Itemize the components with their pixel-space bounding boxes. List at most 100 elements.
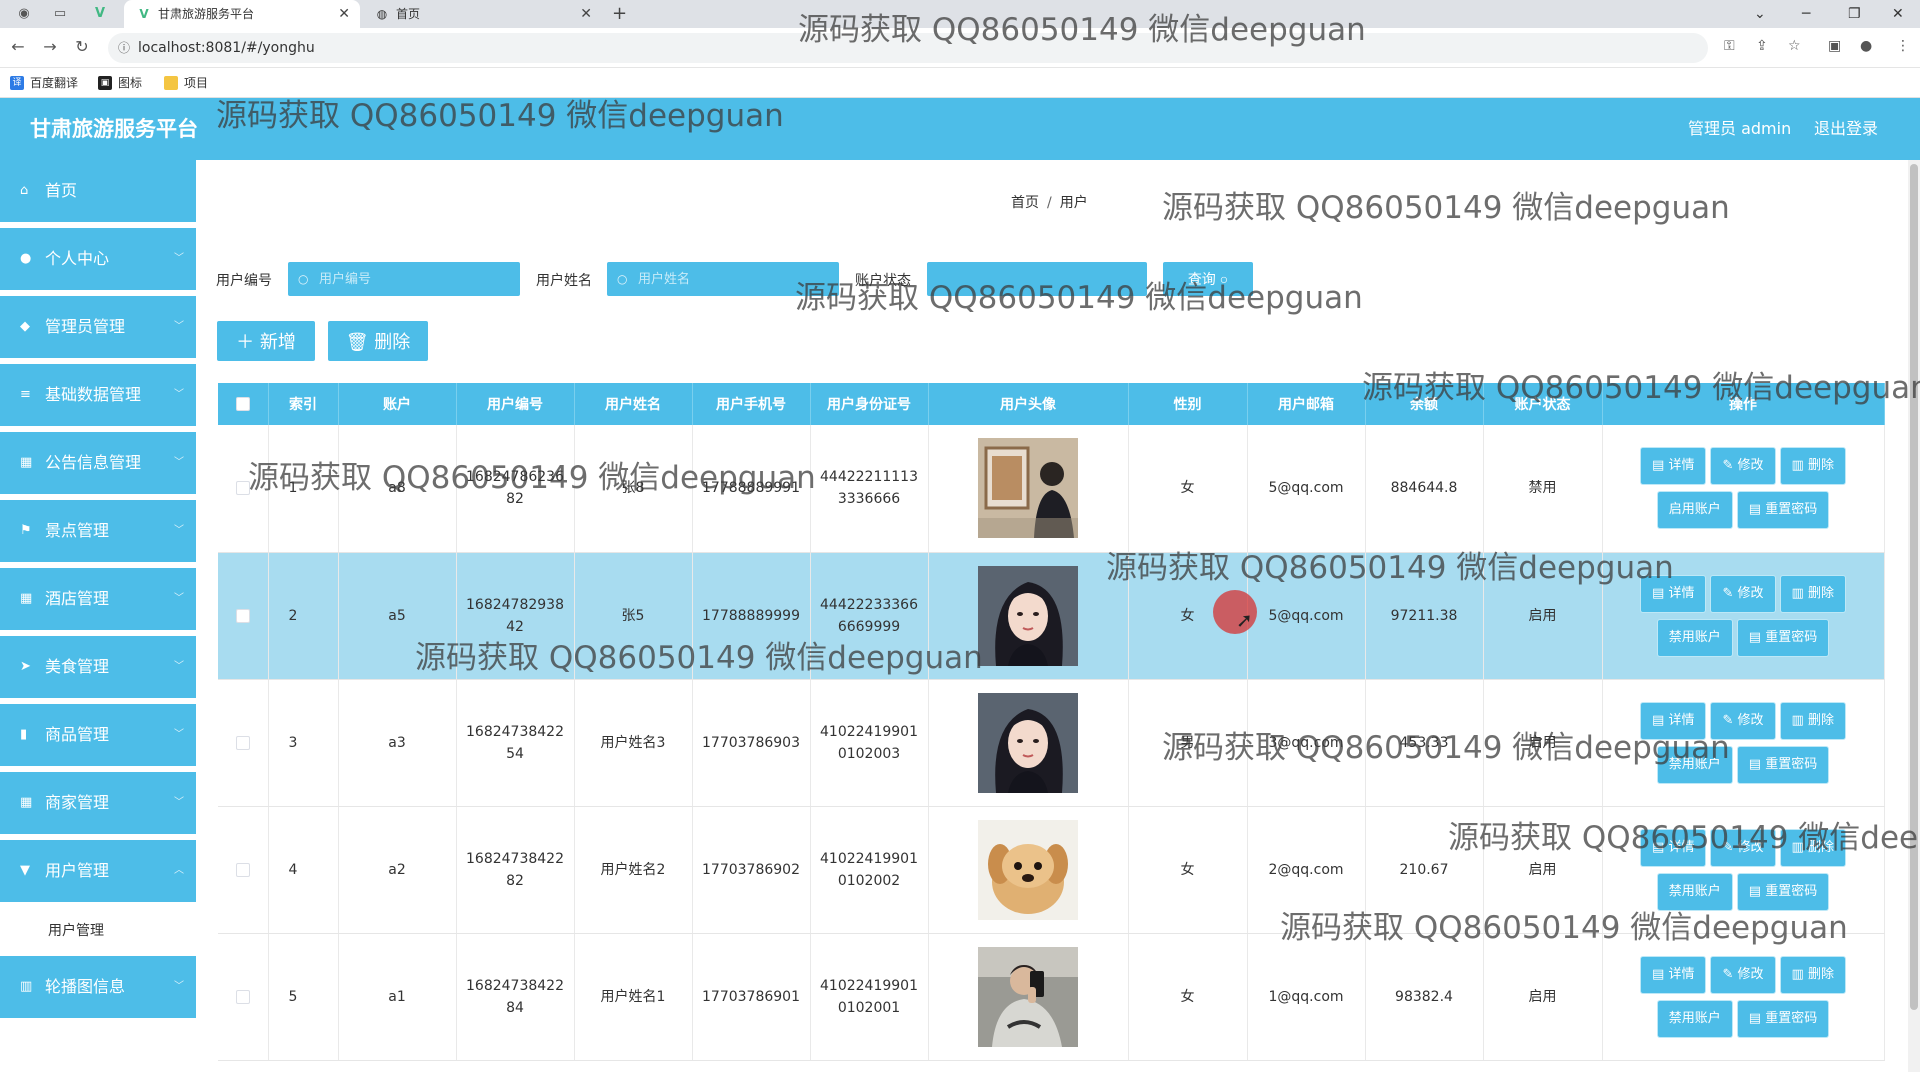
edit-button[interactable]: ✎ 修改 — [1711, 575, 1775, 612]
vue-tab-icon[interactable]: V — [90, 4, 110, 24]
table-row[interactable]: 3 a3 1682473842254 用户姓名3 17703786903 41022419… — [218, 679, 1885, 807]
more-icon[interactable]: ⋮ — [1896, 38, 1910, 54]
name-search-input[interactable] — [607, 262, 839, 296]
maximize-icon[interactable]: ❐ — [1848, 0, 1861, 28]
disable-account-button[interactable]: 禁用账户 — [1657, 746, 1732, 783]
row-select-cell[interactable] — [218, 679, 269, 807]
close-icon[interactable]: ✕ — [580, 0, 592, 28]
row-checkbox[interactable] — [235, 608, 250, 623]
table-header-row: 索引 账户 用户编号 用户姓名 用户手机号 用户身份证号 用户头像 性别 用户邮… — [218, 383, 1885, 425]
table-row[interactable]: 5 a1 1682473842284 用户姓名1 17703786901 41022419… — [218, 933, 1885, 1061]
table-row[interactable]: 4 a2 1682473842282 用户姓名2 17703786902 41022419… — [218, 806, 1885, 934]
search-icon: ○ — [617, 272, 628, 286]
disable-account-button[interactable]: 禁用账户 — [1657, 873, 1732, 910]
reset-password-button[interactable]: ▤ 重置密码 — [1737, 619, 1829, 656]
bookmark-item[interactable]: 译 百度翻译 — [10, 74, 78, 92]
row-select-cell[interactable] — [218, 425, 269, 553]
sidebar-subitem-user-management[interactable]: 用户管理 — [0, 904, 196, 958]
bianhao-search-input[interactable] — [288, 262, 520, 296]
edit-button[interactable]: ✎ 修改 — [1711, 448, 1775, 485]
reset-password-button[interactable]: ▤ 重置密码 — [1737, 746, 1829, 783]
detail-button[interactable]: ▤ 详情 — [1641, 448, 1706, 485]
pinned-tab-icon[interactable]: ▭ — [50, 4, 70, 24]
index-cell: 5 — [268, 933, 339, 1061]
sidebar-item-goods[interactable]: ▮ 商品管理 ﹀ — [0, 704, 196, 766]
breadcrumb-home[interactable]: 首页 — [1011, 195, 1039, 211]
sidebar-item-personal[interactable]: ● 个人中心 ﹀ — [0, 228, 196, 290]
new-tab-button[interactable]: + — [612, 0, 627, 28]
sidebar-item-hotel[interactable]: ▦ 酒店管理 ﹀ — [0, 568, 196, 630]
row-select-cell[interactable] — [218, 933, 269, 1061]
tab-search-icon[interactable]: ⌄ — [1754, 0, 1766, 28]
browser-tab-active[interactable]: V 甘肃旅游服务平台 ✕ — [124, 0, 360, 28]
status-cell: 启用 — [1483, 933, 1603, 1061]
edit-button[interactable]: ✎ 修改 — [1711, 829, 1775, 866]
table-row[interactable]: 1 a8 1682478623682 张8 17788889991 44422211113… — [218, 425, 1885, 553]
name-label: 用户姓名 — [536, 273, 592, 289]
delete-button[interactable]: ▥ 删除 — [1780, 702, 1845, 739]
close-icon[interactable]: ✕ — [338, 0, 350, 28]
sidebar-item-admin[interactable]: ◆ 管理员管理 ﹀ — [0, 296, 196, 358]
sidebar-item-food[interactable]: ➤ 美食管理 ﹀ — [0, 636, 196, 698]
detail-button[interactable]: ▤ 详情 — [1641, 829, 1706, 866]
row-checkbox[interactable] — [235, 862, 250, 877]
disable-account-button[interactable]: 禁用账户 — [1657, 619, 1732, 656]
pinned-tab-icon[interactable]: ◉ — [14, 4, 34, 24]
bookmark-folder[interactable]: 项目 — [164, 74, 208, 92]
enable-account-button[interactable]: 启用账户 — [1657, 492, 1732, 529]
column-header: 用户姓名 — [574, 383, 693, 425]
column-header: 操作 — [1602, 383, 1885, 425]
sidebar-item-scenic[interactable]: ⚑ 景点管理 ﹀ — [0, 500, 196, 562]
sidebar-item-notice[interactable]: ▦ 公告信息管理 ﹀ — [0, 432, 196, 494]
detail-button[interactable]: ▤ 详情 — [1641, 575, 1706, 612]
sidebar-item-home[interactable]: ⌂ 首页 — [0, 160, 196, 222]
url-field[interactable]: ⓘ localhost:8081/#/yonghu — [108, 33, 1708, 63]
close-window-icon[interactable]: ✕ — [1892, 0, 1904, 28]
table-row[interactable]: 2 a5 1682478293842 张5 17788889999 44422233366… — [218, 552, 1885, 680]
logout-link[interactable]: 退出登录 — [1814, 98, 1878, 160]
status-select[interactable] — [927, 262, 1147, 296]
info-icon[interactable]: ⓘ — [118, 33, 130, 63]
row-select-cell[interactable] — [218, 806, 269, 934]
bookmark-item[interactable]: ▣ 图标 — [98, 74, 142, 92]
select-all-cell[interactable] — [218, 383, 269, 425]
profile-icon[interactable]: ● — [1860, 38, 1872, 54]
delete-button[interactable]: ▥ 删除 — [1780, 956, 1845, 993]
forward-icon[interactable]: → — [40, 37, 60, 57]
delete-button[interactable]: ▥ 删除 — [1780, 829, 1845, 866]
edit-button[interactable]: ✎ 修改 — [1711, 702, 1775, 739]
document-icon: ▤ — [1652, 458, 1665, 474]
delete-button[interactable]: ▥ 删除 — [1780, 575, 1845, 612]
disable-account-button[interactable]: 禁用账户 — [1657, 1000, 1732, 1037]
index-cell: 2 — [268, 552, 339, 680]
sidebar-item-merchant[interactable]: ▦ 商家管理 ﹀ — [0, 772, 196, 834]
reset-password-button[interactable]: ▤ 重置密码 — [1737, 873, 1829, 910]
select-all-checkbox[interactable] — [235, 397, 250, 411]
delete-button[interactable]: ▥ 删除 — [1780, 448, 1845, 485]
sidebar-item-basedata[interactable]: ≡ 基础数据管理 ﹀ — [0, 364, 196, 426]
add-button[interactable]: ＋ 新增 — [217, 321, 315, 361]
sidepanel-icon[interactable]: ▣ — [1828, 38, 1841, 54]
page-scrollbar[interactable] — [1908, 160, 1920, 1072]
share-icon[interactable]: ⇪ — [1756, 38, 1768, 54]
back-icon[interactable]: ← — [8, 37, 28, 57]
sidebar-item-users[interactable]: ▼ 用户管理 ︿ — [0, 840, 196, 902]
star-icon[interactable]: ☆ — [1788, 38, 1801, 54]
row-checkbox[interactable] — [235, 989, 250, 1004]
minimize-icon[interactable]: ─ — [1802, 0, 1810, 28]
sidebar-item-carousel[interactable]: ▥ 轮播图信息 ﹀ — [0, 956, 196, 1018]
reset-password-button[interactable]: ▤ 重置密码 — [1737, 1000, 1829, 1037]
row-checkbox[interactable] — [235, 735, 250, 750]
reload-icon[interactable]: ↻ — [72, 37, 92, 57]
reset-password-button[interactable]: ▤ 重置密码 — [1737, 492, 1829, 529]
detail-button[interactable]: ▤ 详情 — [1641, 956, 1706, 993]
detail-button[interactable]: ▤ 详情 — [1641, 702, 1706, 739]
scrollbar-thumb[interactable] — [1910, 164, 1918, 1010]
edit-button[interactable]: ✎ 修改 — [1711, 956, 1775, 993]
batch-delete-button[interactable]: 🗑 删除 — [328, 321, 428, 361]
row-select-cell[interactable] — [218, 552, 269, 680]
query-button[interactable]: 查询 ○ — [1163, 262, 1253, 296]
browser-tab[interactable]: ◍ 首页 ✕ — [362, 0, 602, 28]
row-checkbox[interactable] — [235, 481, 250, 496]
key-icon[interactable]: ⚿ — [1724, 38, 1735, 54]
